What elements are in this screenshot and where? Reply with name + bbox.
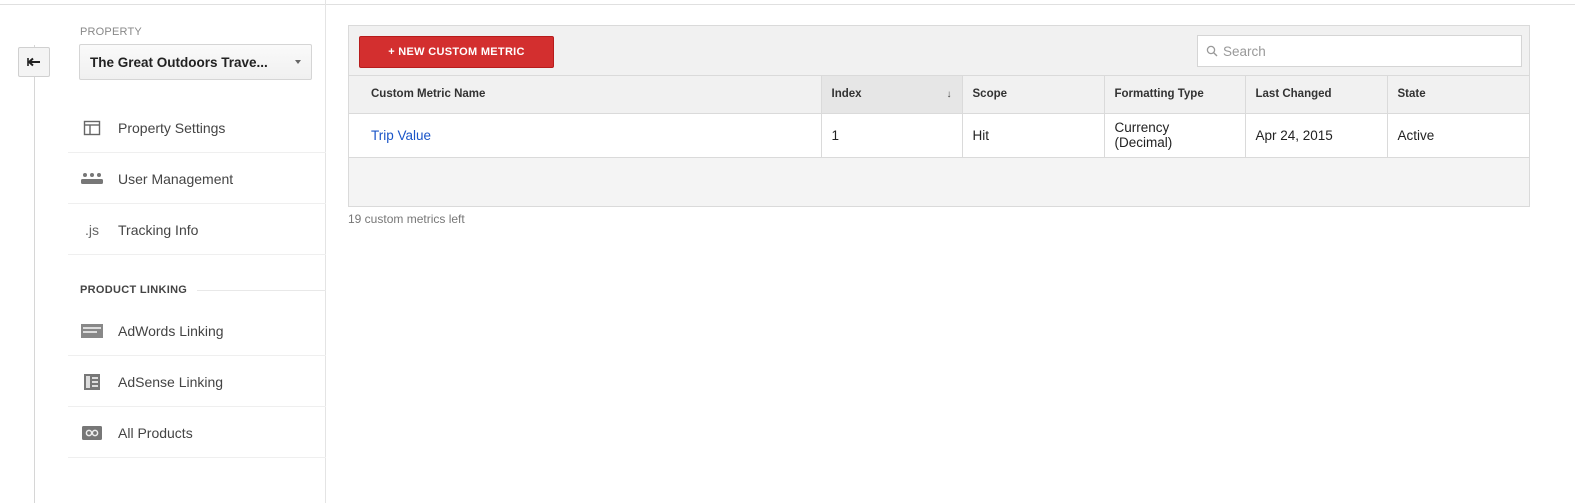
cell-metric-name: Trip Value [349, 113, 822, 158]
adwords-icon [80, 322, 104, 340]
sidebar-item-tracking-info[interactable]: .js Tracking Info [68, 205, 326, 255]
sidebar-item-adsense-linking[interactable]: AdSense Linking [68, 357, 326, 407]
search-icon [1206, 45, 1218, 57]
back-arrow-icon [27, 57, 40, 67]
cell-scope: Hit [962, 113, 1105, 158]
sidebar-item-property-settings[interactable]: Property Settings [68, 103, 326, 153]
table-header-row: Custom Metric Name Index ↓ Scope Formatt… [349, 76, 1529, 114]
left-rail [34, 45, 35, 503]
cell-index: 1 [821, 113, 963, 158]
column-header-last-changed[interactable]: Last Changed [1245, 76, 1388, 114]
column-header-name[interactable]: Custom Metric Name [349, 76, 822, 114]
sidebar-item-label: User Management [118, 170, 234, 187]
cell-state: Active [1387, 113, 1529, 158]
all-products-icon [80, 424, 104, 442]
sort-arrow-icon: ↓ [946, 89, 952, 100]
toolbar: + NEW CUSTOM METRIC [349, 26, 1529, 76]
metrics-remaining-text: 19 custom metrics left [348, 212, 465, 226]
property-label: PROPERTY [80, 26, 142, 38]
section-divider [197, 289, 326, 291]
property-settings-icon [80, 119, 104, 137]
custom-metrics-panel: + NEW CUSTOM METRIC Custom Metric Name I… [348, 25, 1530, 207]
search-box[interactable] [1197, 35, 1522, 67]
metric-name-link[interactable]: Trip Value [371, 128, 431, 143]
column-header-state[interactable]: State [1387, 76, 1529, 114]
sidebar-item-label: AdWords Linking [118, 322, 224, 339]
back-button[interactable] [18, 47, 50, 77]
cell-last-changed: Apr 24, 2015 [1245, 113, 1388, 158]
sidebar: PROPERTY The Great Outdoors Trave... Pro… [68, 0, 326, 503]
sidebar-item-label: AdSense Linking [118, 373, 224, 390]
search-input[interactable] [1223, 43, 1503, 59]
property-name: The Great Outdoors Trave... [90, 54, 268, 70]
sidebar-item-adwords-linking[interactable]: AdWords Linking [68, 306, 326, 356]
custom-metrics-table: Custom Metric Name Index ↓ Scope Formatt… [349, 76, 1529, 158]
section-label-text: PRODUCT LINKING [80, 284, 188, 296]
table-row: Trip Value 1 Hit Currency (Decimal) Apr … [349, 113, 1529, 158]
column-header-index[interactable]: Index ↓ [821, 76, 963, 114]
cell-formatting-type: Currency (Decimal) [1104, 113, 1246, 158]
users-icon [80, 170, 104, 188]
column-header-formatting-type[interactable]: Formatting Type [1104, 76, 1246, 114]
sidebar-item-label: All Products [118, 424, 193, 441]
property-selector[interactable]: The Great Outdoors Trave... [79, 44, 312, 80]
chevron-down-icon [295, 60, 301, 64]
adsense-icon [80, 373, 104, 391]
js-icon: .js [85, 221, 99, 238]
formatting-line-2: (Decimal) [1114, 135, 1173, 150]
sidebar-item-all-products[interactable]: All Products [68, 408, 326, 458]
column-header-scope[interactable]: Scope [962, 76, 1105, 114]
column-header-label: Index [831, 88, 862, 101]
sidebar-item-user-management[interactable]: User Management [68, 154, 326, 204]
section-label-product-linking: PRODUCT LINKING [80, 284, 326, 296]
sidebar-item-label: Tracking Info [118, 221, 199, 238]
sidebar-item-label: Property Settings [118, 119, 226, 136]
formatting-line-1: Currency [1114, 120, 1170, 135]
new-custom-metric-button[interactable]: + NEW CUSTOM METRIC [359, 36, 554, 68]
